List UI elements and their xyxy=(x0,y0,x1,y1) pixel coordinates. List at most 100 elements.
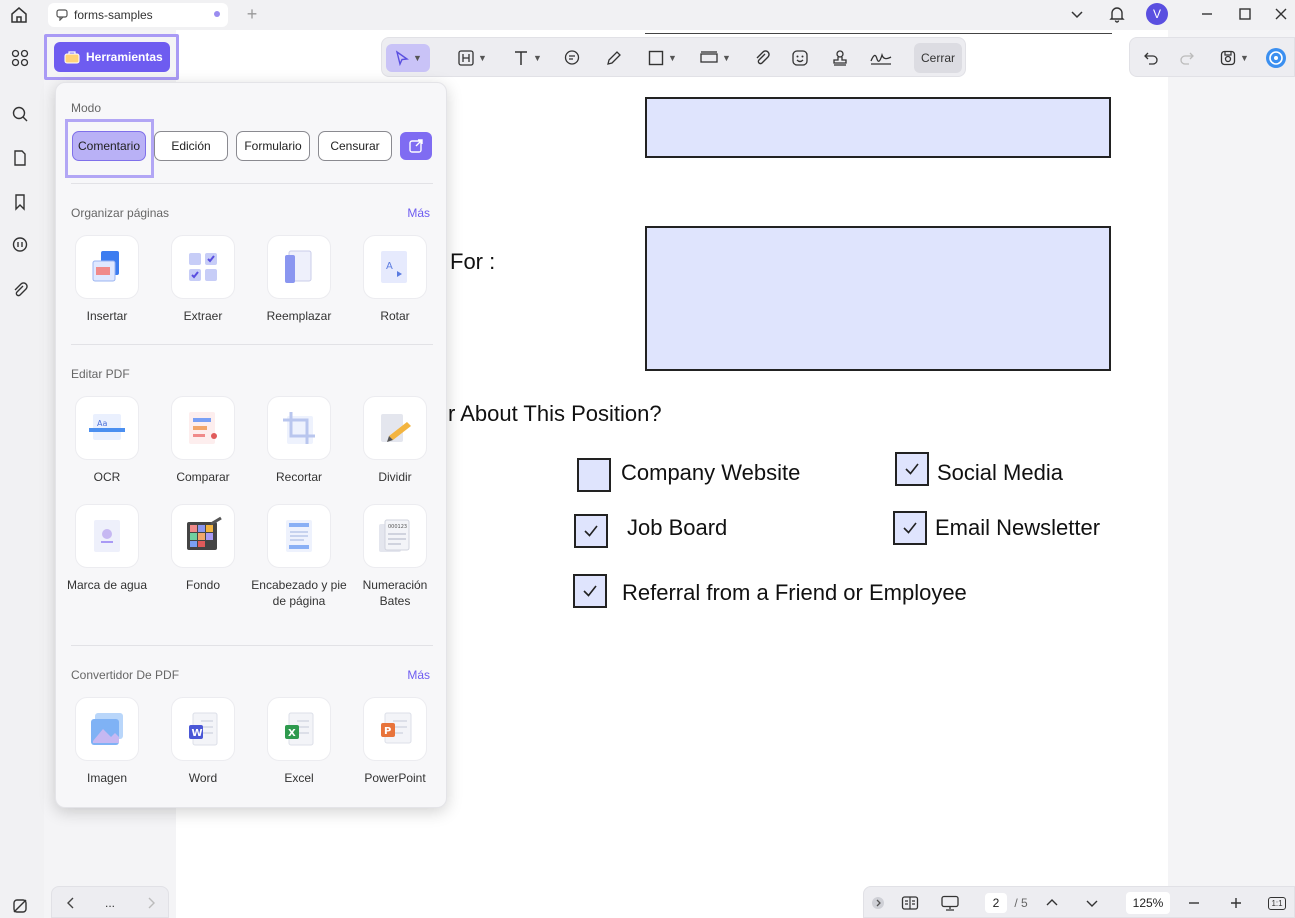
tool-convert-powerpoint[interactable]: P PowerPoint xyxy=(347,697,443,786)
pages-icon[interactable] xyxy=(8,146,32,170)
prev-icon[interactable] xyxy=(62,892,80,914)
tool-label: Recortar xyxy=(275,470,322,484)
toolbox-icon xyxy=(64,51,80,64)
note-tool[interactable] xyxy=(560,44,584,72)
cursor-icon xyxy=(395,50,409,66)
mode-comment-button[interactable]: Comentario xyxy=(72,131,146,161)
form-text-area[interactable] xyxy=(645,226,1111,371)
tool-header-footer[interactable]: Encabezado y pie de página xyxy=(251,504,347,609)
signature-tool[interactable] xyxy=(866,44,896,72)
tool-label: Fondo xyxy=(185,578,221,592)
home-icon[interactable] xyxy=(8,4,30,26)
organize-more-link[interactable]: Más xyxy=(407,206,430,220)
svg-text:W: W xyxy=(192,728,203,739)
stamp-icon xyxy=(833,50,847,66)
more-button[interactable]: ... xyxy=(100,892,120,914)
tool-watermark[interactable]: Marca de agua xyxy=(59,504,155,593)
external-link-icon xyxy=(409,139,423,153)
presentation-icon[interactable] xyxy=(938,892,962,914)
zoom-in-icon[interactable] xyxy=(1226,892,1246,914)
theme-icon[interactable] xyxy=(8,894,32,918)
minimize-icon[interactable] xyxy=(1196,3,1218,25)
stamp-line-tool[interactable]: ▼ xyxy=(694,44,736,72)
page-down-icon[interactable] xyxy=(1082,892,1102,914)
bookmark-icon[interactable] xyxy=(8,190,32,214)
close-icon[interactable] xyxy=(1270,3,1292,25)
ai-assistant-icon[interactable] xyxy=(1264,44,1288,72)
checkbox-referral[interactable] xyxy=(573,574,607,608)
tool-convert-word[interactable]: W Word xyxy=(155,697,251,786)
apps-grid-icon[interactable] xyxy=(8,46,32,70)
svg-text:A: A xyxy=(386,261,393,272)
redo-icon[interactable] xyxy=(1176,44,1198,72)
pen-tool[interactable] xyxy=(602,44,626,72)
checkbox-email-newsletter[interactable] xyxy=(893,511,927,545)
shape-tool[interactable]: ▼ xyxy=(642,44,682,72)
tool-label: Extraer xyxy=(183,309,223,323)
tool-label: PowerPoint xyxy=(364,771,426,785)
chevron-down-icon[interactable] xyxy=(1066,3,1088,25)
zoom-out-icon[interactable] xyxy=(1184,892,1204,914)
save-menu[interactable]: ▼ xyxy=(1214,44,1254,72)
checkbox-company-website[interactable] xyxy=(577,458,611,492)
zoom-level[interactable]: 125% xyxy=(1126,892,1170,914)
mode-edit-button[interactable]: Edición xyxy=(154,131,228,161)
tool-ocr[interactable]: Aa OCR xyxy=(59,396,155,485)
tool-label: Excel xyxy=(284,771,314,785)
compare-icon xyxy=(189,412,217,444)
add-tab-button[interactable]: + xyxy=(242,4,262,24)
maximize-icon[interactable] xyxy=(1234,3,1256,25)
search-icon[interactable] xyxy=(8,102,32,126)
tool-replace[interactable]: Reemplazar xyxy=(251,235,347,324)
tools-button[interactable]: Herramientas xyxy=(54,42,170,72)
text-tool[interactable]: ▼ xyxy=(506,44,548,72)
tool-convert-excel[interactable]: X Excel xyxy=(251,697,347,786)
tool-background[interactable]: Fondo xyxy=(155,504,251,593)
annotation-toolbar: ▼ ▼ ▼ ▼ ▼ Cerrar xyxy=(381,37,966,77)
checkbox-social-media[interactable] xyxy=(895,452,929,486)
mode-form-button[interactable]: Formulario xyxy=(236,131,310,161)
avatar[interactable]: V xyxy=(1146,3,1168,25)
collapse-icon[interactable] xyxy=(870,892,886,914)
header-footer-icon xyxy=(286,520,312,552)
svg-text:Aa: Aa xyxy=(97,419,107,428)
tool-split[interactable]: Dividir xyxy=(347,396,443,485)
bell-icon[interactable] xyxy=(1106,3,1128,25)
tool-crop[interactable]: Recortar xyxy=(251,396,347,485)
select-tool[interactable]: ▼ xyxy=(386,44,430,72)
undo-icon[interactable] xyxy=(1140,44,1162,72)
page-up-icon[interactable] xyxy=(1042,892,1062,914)
pen-icon xyxy=(607,51,621,65)
page-number-input[interactable]: 2 xyxy=(985,893,1007,913)
tool-extract[interactable]: Extraer xyxy=(155,235,251,324)
svg-text:000123: 000123 xyxy=(388,524,407,530)
next-icon[interactable] xyxy=(142,892,160,914)
stamp-tool[interactable] xyxy=(828,44,852,72)
tool-compare[interactable]: Comparar xyxy=(155,396,251,485)
tool-insert[interactable]: Insertar xyxy=(59,235,155,324)
insert-pages-icon xyxy=(92,251,119,282)
tool-bates-numbering[interactable]: 000123 Numeración Bates xyxy=(347,504,443,609)
form-text-field[interactable] xyxy=(645,97,1111,158)
close-toolbar-button[interactable]: Cerrar xyxy=(914,43,962,73)
checkbox-job-board[interactable] xyxy=(574,514,608,548)
mode-redact-button[interactable]: Censurar xyxy=(318,131,392,161)
tab-forms-samples[interactable]: forms-samples xyxy=(48,3,228,27)
highlight-tool[interactable]: ▼ xyxy=(452,44,492,72)
replace-pages-icon xyxy=(285,250,312,283)
sticker-tool[interactable] xyxy=(788,44,812,72)
tool-rotate[interactable]: A Rotar xyxy=(347,235,443,324)
open-external-button[interactable] xyxy=(400,132,432,160)
attachment-icon[interactable] xyxy=(8,278,32,302)
measure-icon xyxy=(700,51,718,63)
attach-tool[interactable] xyxy=(750,44,774,72)
convert-more-link[interactable]: Más xyxy=(407,668,430,682)
reading-mode-icon[interactable] xyxy=(898,892,922,914)
left-rail xyxy=(0,30,44,918)
check-icon xyxy=(905,463,919,475)
tools-button-label: Herramientas xyxy=(86,50,163,64)
tool-convert-image[interactable]: Imagen xyxy=(59,697,155,786)
comments-icon[interactable] xyxy=(8,233,32,257)
chevron-down-icon: ▼ xyxy=(533,53,542,63)
actual-size-button[interactable]: 1:1 xyxy=(1266,892,1288,914)
